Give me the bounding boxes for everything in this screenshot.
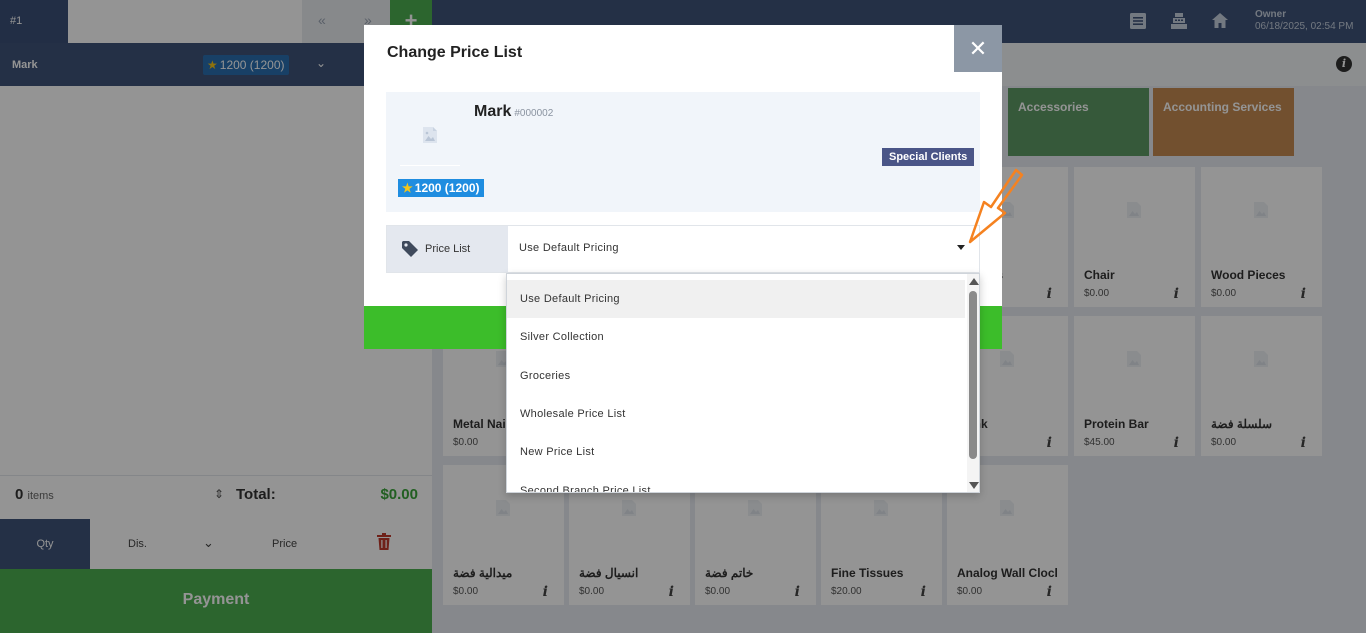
dropdown-option[interactable]: Groceries [507, 357, 965, 395]
caret-down-icon[interactable] [957, 245, 965, 250]
dropdown-option[interactable]: Wholesale Price List [507, 395, 965, 433]
image-placeholder-icon [423, 127, 437, 143]
price-list-field: Price List Use Default Pricing [386, 225, 980, 273]
price-list-select[interactable]: Use Default Pricing [519, 242, 619, 254]
dropdown-option[interactable]: Silver Collection [507, 318, 965, 356]
annotation-arrow-icon [968, 168, 1024, 244]
price-list-label: Price List [387, 226, 508, 272]
star-icon: ★ [402, 181, 413, 195]
divider [400, 165, 460, 166]
scroll-up-arrow-icon[interactable] [969, 278, 979, 285]
customer-name: Mark #000002 [474, 103, 554, 120]
scrollbar-thumb[interactable] [969, 291, 977, 459]
dropdown-option[interactable]: Use Default Pricing [507, 280, 965, 318]
customer-group-badge: Special Clients [882, 148, 975, 166]
dropdown-scrollbar[interactable] [967, 274, 979, 492]
close-button[interactable]: ✕ [954, 25, 1002, 72]
customer-code: #000002 [514, 108, 554, 119]
tag-icon [402, 241, 418, 257]
modal-title: Change Price List [387, 44, 523, 61]
dropdown-option[interactable]: Second Branch Price List [507, 472, 965, 493]
dropdown-option[interactable]: New Price List [507, 433, 965, 471]
customer-points-badge: ★ 1200 (1200) [398, 179, 485, 197]
price-list-label-text: Price List [425, 243, 471, 255]
points-value: 1200 (1200) [414, 181, 480, 195]
customer-card: Mark #000002 Special Clients ★ 1200 (1200) [386, 92, 980, 212]
scroll-down-arrow-icon[interactable] [969, 482, 979, 489]
price-list-dropdown[interactable]: Use Default Pricing Silver Collection Groc… [506, 273, 980, 493]
